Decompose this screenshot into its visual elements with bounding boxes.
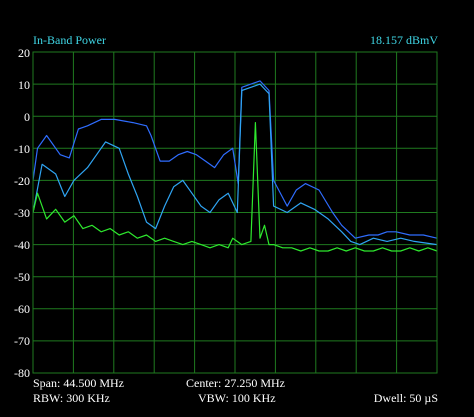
- spectrum-plot: [32, 51, 438, 374]
- dwell-readout: Dwell: 50 µS: [373, 391, 438, 405]
- spectrum-analyzer-screen: In-Band Power 18.157 dBmV 20 10 0 -10 -2…: [0, 0, 474, 417]
- center-readout: Center: 27.250 MHz: [186, 376, 285, 390]
- span-readout: Span: 44.500 MHz: [33, 376, 124, 390]
- vbw-readout: VBW: 100 KHz: [198, 391, 276, 405]
- rbw-readout: RBW: 300 KHz: [33, 391, 110, 405]
